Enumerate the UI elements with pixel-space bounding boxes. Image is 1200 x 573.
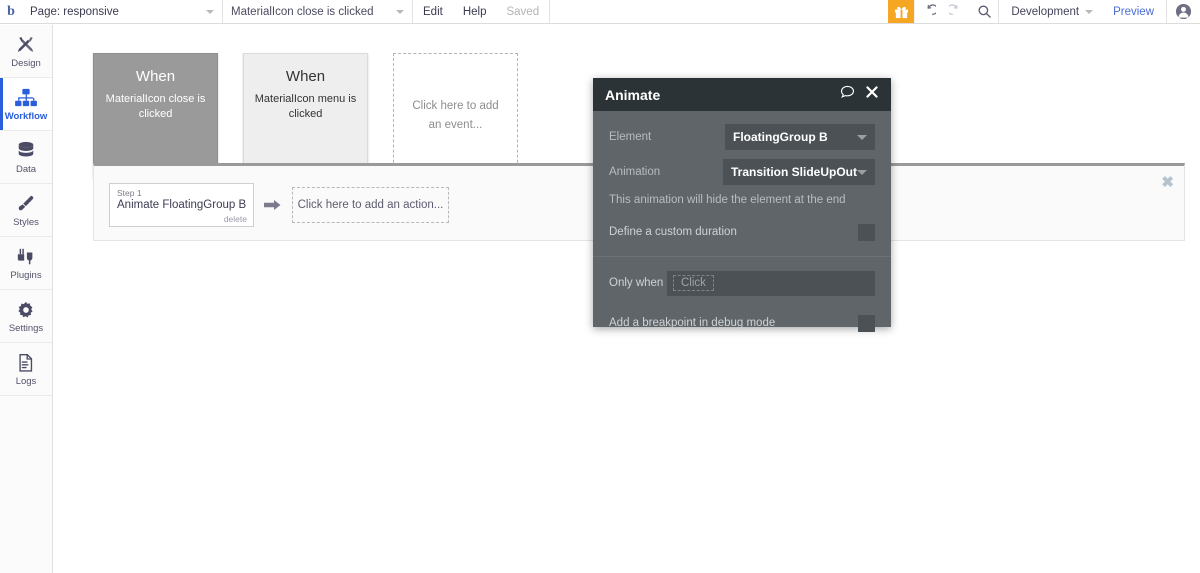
bubble-editor-window: b Page: responsive MaterialIcon close is… (0, 0, 1200, 573)
add-event-label: Click here to add an event... (412, 100, 499, 131)
event-description: MaterialIcon menu is clicked (254, 93, 357, 120)
sidebar-item-design[interactable]: Design (0, 25, 52, 78)
element-dropdown[interactable]: FloatingGroup B (725, 124, 875, 150)
element-label: Element (609, 131, 652, 143)
logs-icon (16, 351, 36, 373)
preview-button[interactable]: Preview (1101, 0, 1166, 23)
animation-row: Animation Transition SlideUpOut (609, 158, 875, 186)
left-sidebar: Design Workflow Data Styles Plugins Sett… (0, 25, 63, 573)
page-selector-label: Page: responsive (30, 5, 119, 18)
breakpoint-checkbox[interactable] (858, 314, 875, 332)
element-dropdown-value: FloatingGroup B (733, 130, 828, 144)
sidebar-item-settings[interactable]: Settings (0, 290, 52, 343)
page-selector[interactable]: Page: responsive (22, 0, 222, 23)
only-when-input[interactable]: Click (667, 270, 875, 296)
version-label: Development (1011, 5, 1080, 18)
saved-status: Saved (506, 5, 540, 18)
toolbar-spacer (549, 0, 888, 23)
close-icon[interactable]: ✖ (1161, 175, 1174, 190)
gift-icon[interactable] (888, 0, 915, 23)
custom-duration-label: Define a custom duration (609, 226, 737, 238)
sidebar-item-label: Data (15, 164, 37, 175)
popup-title: Animate (605, 86, 661, 103)
search-icon[interactable] (970, 0, 998, 23)
event-card-selected[interactable]: When MaterialIcon close is clicked (93, 53, 218, 178)
animation-dropdown-value: Transition SlideUpOut (730, 165, 857, 179)
arrow-right-icon (264, 198, 282, 212)
comment-bubble-icon[interactable] (840, 85, 855, 104)
popup-body: Element FloatingGroup B Animation Transi… (593, 111, 891, 336)
element-row: Element FloatingGroup B (609, 123, 875, 151)
sidebar-item-label: Logs (15, 376, 37, 387)
sidebar-item-label: Styles (13, 217, 39, 228)
styles-icon (15, 192, 37, 214)
only-when-value: Click (673, 275, 714, 291)
add-action-label: Click here to add an action... (297, 199, 444, 211)
event-description: MaterialIcon close is clicked (105, 93, 206, 120)
sidebar-item-label: Workflow (4, 111, 48, 122)
version-selector[interactable]: Development (998, 0, 1101, 23)
sidebar-item-label: Design (11, 58, 41, 69)
event-selector[interactable]: MaterialIcon close is clicked (222, 0, 412, 23)
only-when-label: Only when (609, 277, 664, 289)
account-avatar-icon[interactable] (1166, 0, 1200, 23)
chevron-down-icon (1085, 9, 1094, 14)
panel-pointer-arrow (153, 150, 171, 159)
workflow-canvas: When MaterialIcon close is clicked When … (54, 25, 1200, 573)
animation-label: Animation (609, 166, 661, 178)
popup-header-actions (840, 85, 879, 104)
design-icon (15, 33, 37, 55)
sidebar-item-plugins[interactable]: Plugins (0, 237, 52, 290)
sidebar-item-data[interactable]: Data (0, 131, 52, 184)
chevron-down-icon (396, 9, 404, 14)
close-icon[interactable] (865, 85, 879, 104)
sidebar-item-workflow[interactable]: Workflow (0, 78, 52, 131)
chevron-down-icon (857, 134, 867, 140)
event-selector-label: MaterialIcon close is clicked (231, 5, 374, 18)
step-number: Step 1 (117, 188, 142, 198)
undo-icon[interactable] (914, 0, 942, 23)
help-menu[interactable]: Help (453, 0, 497, 23)
plugins-icon (15, 245, 37, 267)
only-when-row: Only when Click (609, 270, 875, 296)
delete-step-link[interactable]: delete (224, 214, 247, 224)
add-action-placeholder[interactable]: Click here to add an action... (292, 187, 449, 223)
action-step-card[interactable]: Step 1 Animate FloatingGroup B delete (109, 183, 254, 227)
sidebar-item-label: Plugins (10, 270, 42, 281)
animate-properties-popup: Animate Element FloatingGroup B Animatio… (593, 78, 891, 332)
redo-icon[interactable] (942, 0, 970, 23)
add-event-placeholder[interactable]: Click here to add an event... (393, 53, 518, 178)
top-toolbar: b Page: responsive MaterialIcon close is… (0, 0, 1200, 24)
breakpoint-label: Add a breakpoint in debug mode (609, 317, 776, 329)
custom-duration-row: Define a custom duration (609, 219, 875, 245)
sidebar-item-label: Settings (8, 323, 44, 334)
popup-divider (593, 256, 891, 257)
sidebar-item-logs[interactable]: Logs (0, 343, 52, 396)
actions-row: Step 1 Animate FloatingGroup B delete Cl… (109, 183, 449, 227)
event-when-label: When (135, 68, 176, 85)
data-icon (15, 139, 37, 161)
custom-duration-checkbox[interactable] (858, 223, 875, 241)
popup-header: Animate (593, 78, 891, 111)
step-title: Animate FloatingGroup B (117, 199, 247, 211)
event-when-label: When (285, 68, 326, 85)
bubble-logo[interactable]: b (0, 0, 22, 23)
chevron-down-icon (206, 9, 214, 14)
workflow-icon (14, 86, 38, 108)
chevron-down-icon (857, 169, 867, 175)
animation-dropdown[interactable]: Transition SlideUpOut (722, 159, 875, 185)
animation-hint-text: This animation will hide the element at … (609, 194, 846, 206)
settings-icon (15, 298, 37, 320)
edit-menu[interactable]: Edit (412, 0, 453, 23)
sidebar-item-styles[interactable]: Styles (0, 184, 52, 237)
event-cards-row: When MaterialIcon close is clicked When … (93, 53, 518, 178)
event-card[interactable]: When MaterialIcon menu is clicked (243, 53, 368, 178)
breakpoint-row: Add a breakpoint in debug mode (609, 310, 875, 336)
